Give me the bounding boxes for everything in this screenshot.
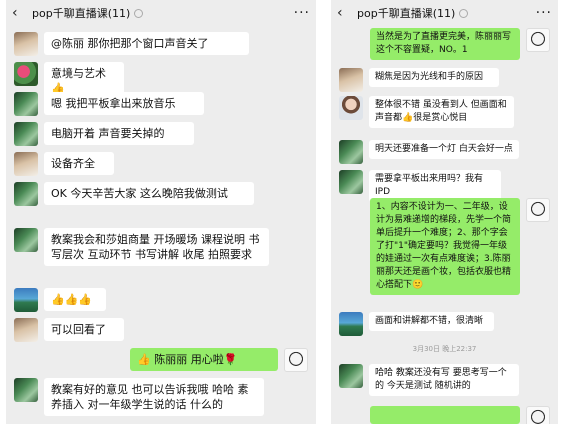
avatar[interactable]	[14, 32, 38, 56]
message-bubble[interactable]: 当然是为了直播更完美，陈丽丽写这个不容置疑，NO。1	[370, 28, 520, 60]
more-options-icon[interactable]: ···	[536, 5, 552, 21]
message-row: 明天还要准备一个灯 白天会好一点	[331, 140, 558, 164]
avatar[interactable]	[14, 288, 38, 312]
message-bubble[interactable]: 可以回看了	[44, 318, 124, 341]
back-arrow-icon[interactable]: ‹	[337, 5, 351, 21]
message-row: 电脑开着 声音要关掉的	[6, 122, 316, 146]
left-chat-panel: ‹ pop千聊直播课(11) ··· @陈丽 那你把那个窗口声音关了 意境与艺术…	[6, 0, 316, 424]
message-timestamp: 3月30日 晚上22:37	[412, 345, 477, 353]
avatar[interactable]	[14, 318, 38, 342]
message-row: 需要拿平板出来用吗？我有IPD	[331, 170, 558, 202]
avatar[interactable]	[526, 198, 550, 222]
mute-icon	[459, 8, 469, 18]
message-bubble[interactable]: 电脑开着 声音要关掉的	[44, 122, 194, 145]
more-options-icon[interactable]: ···	[294, 5, 310, 21]
avatar[interactable]	[14, 378, 38, 402]
avatar[interactable]	[339, 312, 363, 336]
avatar[interactable]	[284, 348, 308, 372]
message-row: 嗯 我把平板拿出来放音乐	[6, 92, 316, 116]
message-bubble[interactable]: OK 今天辛苦大家 这么晚陪我做测试	[44, 182, 254, 205]
message-row	[331, 406, 558, 424]
message-row: 教案我会和莎姐商量 开场暖场 课程说明 书写层次 互动环节 书写讲解 收尾 拍照…	[6, 228, 316, 284]
avatar[interactable]	[14, 152, 38, 176]
message-bubble[interactable]: 1、内容不设计为一、二年级，设计为易难递增的梯段，先学一个简单后提升一个难度；2…	[370, 198, 520, 295]
message-bubble[interactable]: 教案我会和莎姐商量 开场暖场 课程说明 书写层次 互动环节 书写讲解 收尾 拍照…	[44, 228, 269, 266]
message-row: 整体很不错 虽没看到人 但画面和声音都👍很是赏心悦目	[331, 96, 558, 130]
message-bubble[interactable]: 整体很不错 虽没看到人 但画面和声音都👍很是赏心悦目	[369, 96, 514, 128]
group-title: pop千聊直播课(11)	[357, 7, 456, 20]
message-row: @陈丽 那你把那个窗口声音关了	[6, 32, 316, 56]
message-row: 糊焦是因为光线和手的原因	[331, 68, 558, 92]
message-bubble[interactable]: 设备齐全	[44, 152, 114, 175]
message-row: 1、内容不设计为一、二年级，设计为易难递增的梯段，先学一个简单后提升一个难度；2…	[331, 198, 558, 306]
message-row: 设备齐全	[6, 152, 316, 176]
message-bubble[interactable]	[370, 406, 520, 424]
chat-header: ‹ pop千聊直播课(11) ···	[331, 0, 558, 26]
avatar[interactable]	[14, 182, 38, 206]
right-chat-panel: ‹ pop千聊直播课(11) ··· 当然是为了直播更完美，陈丽丽写这个不容置疑…	[331, 0, 558, 424]
message-bubble[interactable]: 画面和讲解都不错，很清晰	[369, 312, 494, 331]
chat-header: ‹ pop千聊直播课(11) ···	[6, 0, 316, 26]
avatar[interactable]	[339, 364, 363, 388]
avatar[interactable]	[526, 406, 550, 424]
avatar[interactable]	[14, 228, 38, 252]
back-arrow-icon[interactable]: ‹	[12, 5, 26, 21]
message-row: 👍👍👍	[6, 288, 316, 312]
message-row: 画面和讲解都不错，很清晰	[331, 312, 558, 336]
message-row: 可以回看了	[6, 318, 316, 342]
avatar[interactable]	[14, 92, 38, 116]
message-row: 👍 陈丽丽 用心啦🌹	[6, 348, 316, 372]
message-bubble[interactable]: 明天还要准备一个灯 白天会好一点	[369, 140, 519, 159]
avatar[interactable]	[14, 122, 38, 146]
message-bubble[interactable]: 嗯 我把平板拿出来放音乐	[44, 92, 204, 115]
message-row: 当然是为了直播更完美，陈丽丽写这个不容置疑，NO。1	[331, 28, 558, 60]
message-row: 意境与艺术👍	[6, 62, 316, 100]
message-row: 教案有好的意见 也可以告诉我哦 哈哈 素养插入 对一年级学生说的话 什么的	[6, 378, 316, 424]
message-bubble[interactable]: 👍👍👍	[44, 288, 106, 311]
avatar[interactable]	[14, 62, 38, 86]
message-bubble[interactable]: 哈哈 教案还没有写 要思考写一个的 今天是测试 随机讲的	[369, 364, 519, 396]
message-bubble[interactable]: 糊焦是因为光线和手的原因	[369, 68, 499, 87]
message-row: 哈哈 教案还没有写 要思考写一个的 今天是测试 随机讲的	[331, 364, 558, 398]
avatar[interactable]	[339, 170, 363, 194]
message-bubble[interactable]: 教案有好的意见 也可以告诉我哦 哈哈 素养插入 对一年级学生说的话 什么的	[44, 378, 264, 416]
avatar[interactable]	[339, 96, 363, 120]
group-title: pop千聊直播课(11)	[32, 7, 131, 20]
avatar[interactable]	[526, 28, 550, 52]
message-bubble[interactable]: @陈丽 那你把那个窗口声音关了	[44, 32, 249, 55]
message-row: OK 今天辛苦大家 这么晚陪我做测试	[6, 182, 316, 222]
message-bubble[interactable]: 👍 陈丽丽 用心啦🌹	[130, 348, 278, 371]
avatar[interactable]	[339, 140, 363, 164]
mute-icon	[134, 8, 144, 18]
avatar[interactable]	[339, 68, 363, 92]
